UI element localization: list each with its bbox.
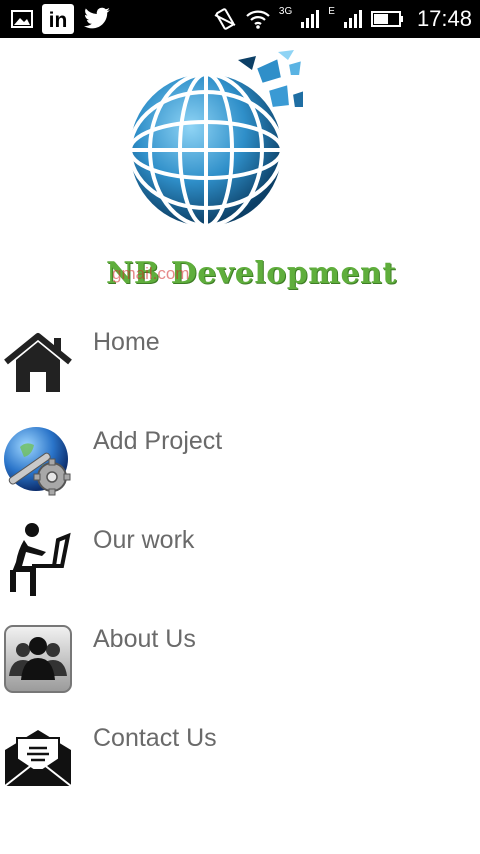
- menu-item-label: Our work: [93, 526, 195, 554]
- brand-overlay-text: gmail.com: [112, 264, 190, 283]
- clock: 17:48: [416, 6, 472, 31]
- twitter-icon: [82, 6, 112, 32]
- globe-logo-icon: [128, 50, 308, 245]
- signal-icon: [300, 9, 320, 29]
- brand-watermark: Ro: [192, 224, 209, 239]
- status-bar: in 3G E 17:48: [0, 0, 480, 38]
- network-type-label-2: E: [328, 5, 335, 17]
- person-computer-icon: [2, 523, 74, 596]
- menu-item-label: About Us: [93, 625, 196, 653]
- network-type-label: 3G: [278, 5, 293, 17]
- status-bar-system: 3G E 17:48: [213, 0, 472, 38]
- menu-item-add-project[interactable]: Add Project: [0, 417, 480, 516]
- team-icon: [2, 623, 74, 695]
- menu-item-contact-us[interactable]: Contact Us: [0, 714, 480, 813]
- linkedin-text: in: [49, 9, 68, 32]
- status-bar-notifications: in: [10, 4, 112, 34]
- vibrate-icon: [213, 7, 237, 31]
- menu-item-label: Home: [93, 328, 160, 356]
- menu-item-about-us[interactable]: About Us: [0, 615, 480, 714]
- envelope-icon: [2, 722, 74, 794]
- menu-item-home[interactable]: Home: [0, 318, 480, 417]
- nav-menu: Home Add Project Our work About Us Conta…: [0, 318, 480, 813]
- menu-item-our-work[interactable]: Our work: [0, 516, 480, 615]
- menu-item-label: Add Project: [93, 427, 223, 455]
- linkedin-icon: in: [42, 4, 74, 34]
- signal-2-icon: [343, 9, 363, 29]
- gallery-icon: [10, 8, 34, 30]
- wifi-icon: [245, 8, 271, 30]
- globe-tools-icon: [2, 425, 74, 497]
- house-icon: [2, 326, 74, 398]
- app-header: Ro NB Development gmail.com: [0, 38, 480, 300]
- menu-item-label: Contact Us: [93, 724, 217, 752]
- battery-icon: [370, 10, 405, 28]
